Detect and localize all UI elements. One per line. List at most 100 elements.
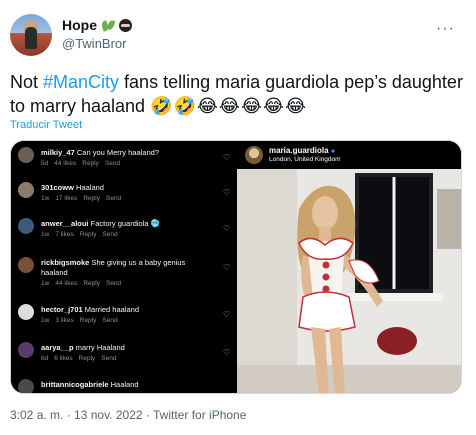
comment-body: milkiy_47 Can you Merry haaland? [41, 148, 211, 158]
comment-text: Haaland [76, 183, 104, 192]
hashtag-link[interactable]: #ManCity [43, 72, 119, 92]
comment-meta: 5d 44 likes Reply Send [41, 160, 126, 167]
comment-send: Send [105, 280, 122, 287]
comment-age: 5d [41, 160, 49, 167]
heart-icon: ♡ [223, 188, 231, 197]
comment-avatar [18, 147, 34, 163]
author-name-row: Hope [62, 17, 132, 33]
photo-frame-right [437, 189, 461, 249]
heart-icon: ♡ [223, 263, 231, 272]
comment-body: brittannicogabriele Haaland [41, 380, 211, 390]
heart-icon: ♡ [223, 310, 231, 319]
tweet-emojis: 🤣🤣😂😂😂😂😂 [150, 96, 308, 116]
post-username-text: maria.guardiola [269, 146, 329, 155]
comment-username: brittannicogabriele [41, 380, 109, 389]
ninja-emoji-icon [119, 18, 132, 32]
comment-reply: Reply [83, 280, 100, 287]
photo-face [312, 196, 338, 230]
comment-likes: 44 likes [55, 280, 78, 287]
tweet-text-start: Not [10, 72, 44, 92]
photo-wall-left [237, 169, 297, 393]
comment-body: aarya__p marry Haaland [41, 343, 211, 353]
tweet-date[interactable]: 13 nov. 2022 [74, 408, 143, 422]
post-location: London, United Kingdom [269, 156, 341, 163]
comment-text: Haaland [110, 380, 139, 389]
comment-meta: 1w 17 likes Reply Send [41, 195, 127, 202]
heart-icon: ♡ [223, 224, 231, 233]
comment-likes: 17 likes [55, 195, 78, 202]
tweet-time[interactable]: 3:02 a. m. [10, 408, 63, 422]
photo-floor [237, 365, 461, 393]
author-handle[interactable]: @TwinBror [62, 36, 127, 51]
comments-screenshot: milkiy_47 Can you Merry haaland? 5d 44 lik… [11, 141, 237, 393]
comment-likes: 7 likes [55, 231, 74, 238]
leaf-emoji-icon [100, 19, 116, 32]
photo-button-2 [322, 273, 330, 281]
comment-reply: Reply [78, 355, 96, 362]
heart-icon: ♡ [223, 153, 231, 162]
photo-button-1 [322, 261, 330, 269]
comment-text: marry Haaland [75, 343, 125, 352]
footer-separator: · [142, 408, 154, 422]
comment-avatar [18, 182, 34, 198]
comment-avatar [18, 304, 34, 320]
comment-body: rickbigsmoke She giving us a baby genius… [41, 258, 211, 278]
photo-windowsill [347, 293, 443, 301]
post-avatar [245, 146, 263, 164]
comment-likes: 3 likes [55, 317, 74, 324]
author-name[interactable]: Hope [62, 17, 97, 33]
comment-body: 301coww Haaland [41, 183, 211, 193]
comment-age: 6d [41, 355, 49, 362]
tweet-text: Not #ManCity fans telling maria guardiol… [10, 70, 466, 118]
post-header: maria.guardiola ● London, United Kingdom [237, 141, 461, 169]
comment-likes: 6 likes [54, 355, 73, 362]
comment-age: 1w [41, 280, 50, 287]
post-photo [237, 169, 461, 393]
comment-username: anwer__aloui [41, 219, 89, 228]
more-options-icon[interactable]: ··· [436, 20, 455, 38]
comment-meta: 1w 44 likes Reply Send [41, 280, 127, 287]
comment-send: Send [104, 160, 121, 167]
comment-reply: Reply [79, 317, 97, 324]
comment-body: anwer__aloui Factory guardiola 🥶 [41, 219, 211, 229]
translate-tweet-link[interactable]: Traducir Tweet [10, 119, 82, 131]
avatar-figure [25, 27, 37, 49]
tweet-media-image[interactable]: milkiy_47 Can you Merry haaland? 5d 44 lik… [10, 140, 462, 394]
heart-icon: ♡ [223, 348, 231, 357]
comment-text: Married haaland [84, 305, 139, 314]
comment-body: hector_j701 Married haaland [41, 305, 211, 315]
comment-reply: Reply [79, 231, 97, 238]
comment-reply: Reply [82, 160, 99, 167]
author-avatar[interactable] [10, 14, 52, 56]
comment-meta: 6d 6 likes Reply Send [41, 355, 122, 362]
comment-age: 1w [41, 195, 50, 202]
comment-age: 1w [41, 317, 50, 324]
comment-avatar [18, 379, 34, 393]
photo-dress-skirt [298, 291, 356, 332]
comment-reply: Reply [83, 195, 100, 202]
comment-send: Send [102, 317, 118, 324]
instagram-post-screenshot: maria.guardiola ● London, United Kingdom [237, 141, 461, 393]
comment-send: Send [101, 355, 117, 362]
comment-text: Factory guardiola 🥶 [90, 219, 160, 228]
comment-meta: 1w 3 likes Reply Send [41, 317, 124, 324]
verified-badge-icon: ● [330, 148, 336, 155]
comment-username: milkiy_47 [41, 148, 75, 157]
comment-username: 301coww [41, 183, 74, 192]
photo-button-3 [322, 285, 330, 293]
tweet-source[interactable]: Twitter for iPhone [153, 408, 246, 422]
post-username: maria.guardiola ● [269, 146, 335, 155]
photo-neck [319, 227, 331, 241]
tweet-footer: 3:02 a. m. · 13 nov. 2022 · Twitter for … [10, 408, 246, 422]
comment-send: Send [102, 231, 118, 238]
photo-red-bag [377, 327, 417, 355]
comment-avatar [18, 218, 34, 234]
tweet: Hope @TwinBror ··· Not #ManCity fans tel… [0, 0, 476, 435]
photo-illustration [237, 169, 461, 393]
comment-likes: 44 likes [54, 160, 77, 167]
comment-avatar [18, 342, 34, 358]
comment-username: hector_j701 [41, 305, 83, 314]
comment-send: Send [105, 195, 122, 202]
footer-separator: · [63, 408, 75, 422]
comment-username: aarya__p [41, 343, 74, 352]
